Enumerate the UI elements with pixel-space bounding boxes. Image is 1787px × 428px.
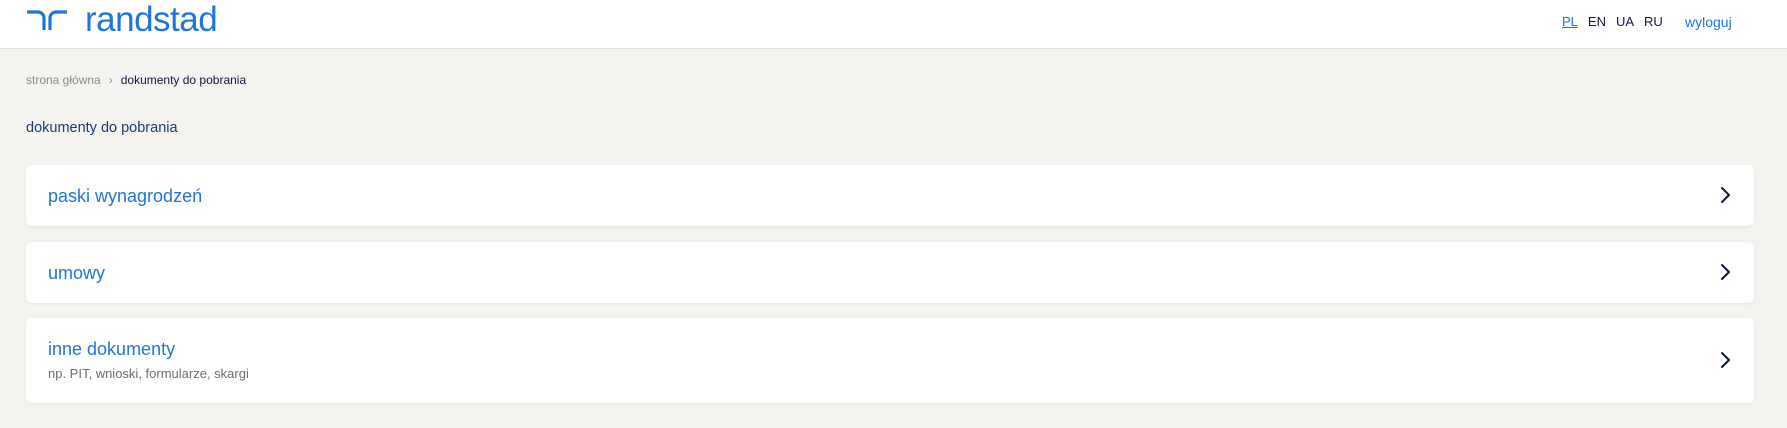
language-switcher: PL EN UA RU (1562, 14, 1663, 30)
page-title: dokumenty do pobrania (26, 120, 178, 136)
logout-link[interactable]: wyloguj (1685, 14, 1732, 30)
card-contracts[interactable]: umowy (26, 242, 1754, 303)
breadcrumb-home-link[interactable]: strona główna (26, 72, 101, 88)
language-ru[interactable]: RU (1644, 14, 1663, 30)
card-title: umowy (48, 263, 106, 283)
card-title: inne dokumenty (48, 339, 176, 359)
randstad-logo[interactable]: randstad (25, 0, 218, 39)
card-other-documents[interactable]: inne dokumenty np. PIT, wnioski, formula… (26, 318, 1754, 403)
logo-text: randstad (85, 0, 218, 39)
chevron-right-icon (1721, 352, 1730, 368)
breadcrumb: strona główna › dokumenty do pobrania (26, 72, 246, 88)
language-en[interactable]: EN (1588, 14, 1606, 30)
chevron-right-icon (1721, 187, 1730, 203)
card-title: paski wynagrodzeń (48, 186, 203, 206)
language-ua[interactable]: UA (1616, 14, 1634, 30)
card-payslips[interactable]: paski wynagrodzeń (26, 165, 1754, 226)
top-header: randstad PL EN UA RU wyloguj (0, 0, 1787, 49)
card-subtitle: np. PIT, wnioski, formularze, skargi (48, 366, 249, 381)
randstad-logo-mark-icon (27, 10, 67, 30)
chevron-right-icon (1721, 264, 1730, 280)
breadcrumb-separator: › (108, 73, 113, 87)
breadcrumb-current: dokumenty do pobrania (120, 73, 247, 87)
language-pl[interactable]: PL (1562, 14, 1578, 30)
